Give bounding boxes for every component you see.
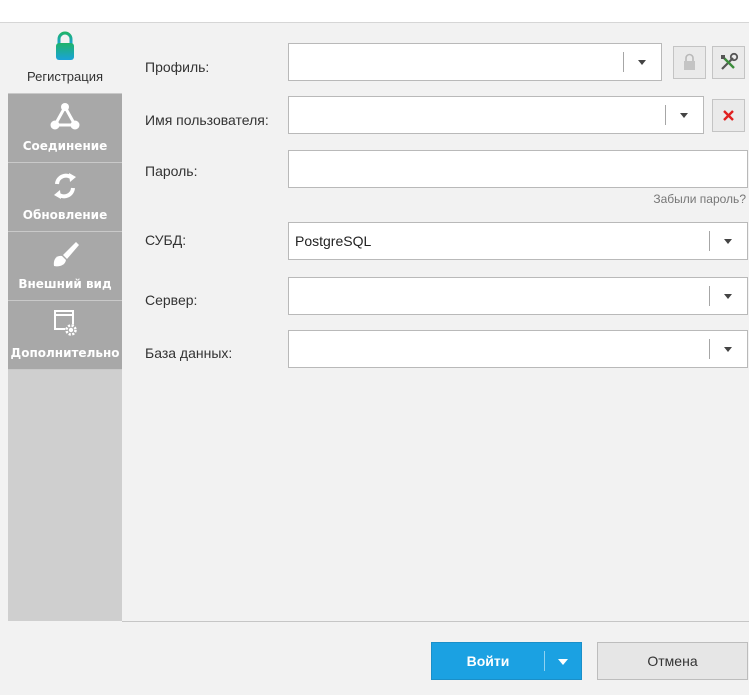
profile-settings-button[interactable] <box>712 46 745 79</box>
brush-icon <box>53 242 79 267</box>
login-button-label: Войти <box>466 653 510 669</box>
dbms-select[interactable]: PostgreSQL <box>288 222 748 260</box>
sidebar-item-registration[interactable]: Регистрация <box>8 23 122 94</box>
sidebar-item-update[interactable]: Обновление <box>8 163 122 232</box>
lock-profile-button[interactable] <box>673 46 706 79</box>
delete-user-button[interactable] <box>712 99 745 132</box>
network-icon <box>50 103 80 130</box>
sidebar-item-label: Соединение <box>22 139 108 153</box>
top-bar <box>0 0 749 23</box>
forgot-password-link[interactable]: Забыли пароль? <box>653 192 746 206</box>
chevron-down-icon <box>724 294 732 299</box>
tools-icon <box>721 52 739 70</box>
sidebar-item-appearance[interactable]: Внешний вид <box>8 232 122 301</box>
sidebar-item-label: Дополнительно <box>10 346 120 360</box>
password-label: Пароль: <box>145 163 198 179</box>
database-dropdown-button[interactable] <box>709 331 747 367</box>
divider <box>122 621 749 622</box>
chevron-down-icon <box>680 113 688 118</box>
sidebar-item-label: Регистрация <box>27 69 103 84</box>
username-select[interactable] <box>288 96 704 134</box>
chevron-down-icon <box>638 60 646 65</box>
username-label: Имя пользователя: <box>145 112 269 128</box>
profile-dropdown-button[interactable] <box>623 44 661 80</box>
dbms-label: СУБД: <box>145 232 187 248</box>
database-label: База данных: <box>145 345 233 361</box>
sidebar: Регистрация Соединение Обновление Внешни… <box>8 23 123 621</box>
padlock-icon <box>684 53 695 70</box>
login-options-dropdown[interactable] <box>558 659 568 665</box>
chevron-down-icon <box>724 239 732 244</box>
username-dropdown-button[interactable] <box>665 97 703 133</box>
sidebar-item-label: Внешний вид <box>18 277 112 291</box>
sidebar-item-label: Обновление <box>22 208 108 222</box>
login-button[interactable]: Войти <box>431 642 582 680</box>
close-icon <box>723 110 734 121</box>
database-select[interactable] <box>288 330 748 368</box>
dbms-dropdown-button[interactable] <box>709 223 747 259</box>
server-label: Сервер: <box>145 292 198 308</box>
dbms-value: PostgreSQL <box>295 233 372 249</box>
server-dropdown-button[interactable] <box>709 278 747 314</box>
chevron-down-icon <box>724 347 732 352</box>
profile-label: Профиль: <box>145 59 210 75</box>
lock-icon <box>56 31 74 60</box>
server-select[interactable] <box>288 277 748 315</box>
refresh-icon <box>54 173 76 199</box>
profile-select[interactable] <box>288 43 662 81</box>
sidebar-item-connection[interactable]: Соединение <box>8 94 122 163</box>
password-input[interactable] <box>288 150 748 188</box>
sidebar-item-advanced[interactable]: Дополнительно <box>8 301 122 370</box>
cancel-button[interactable]: Отмена <box>597 642 748 680</box>
window-gear-icon <box>54 310 77 336</box>
